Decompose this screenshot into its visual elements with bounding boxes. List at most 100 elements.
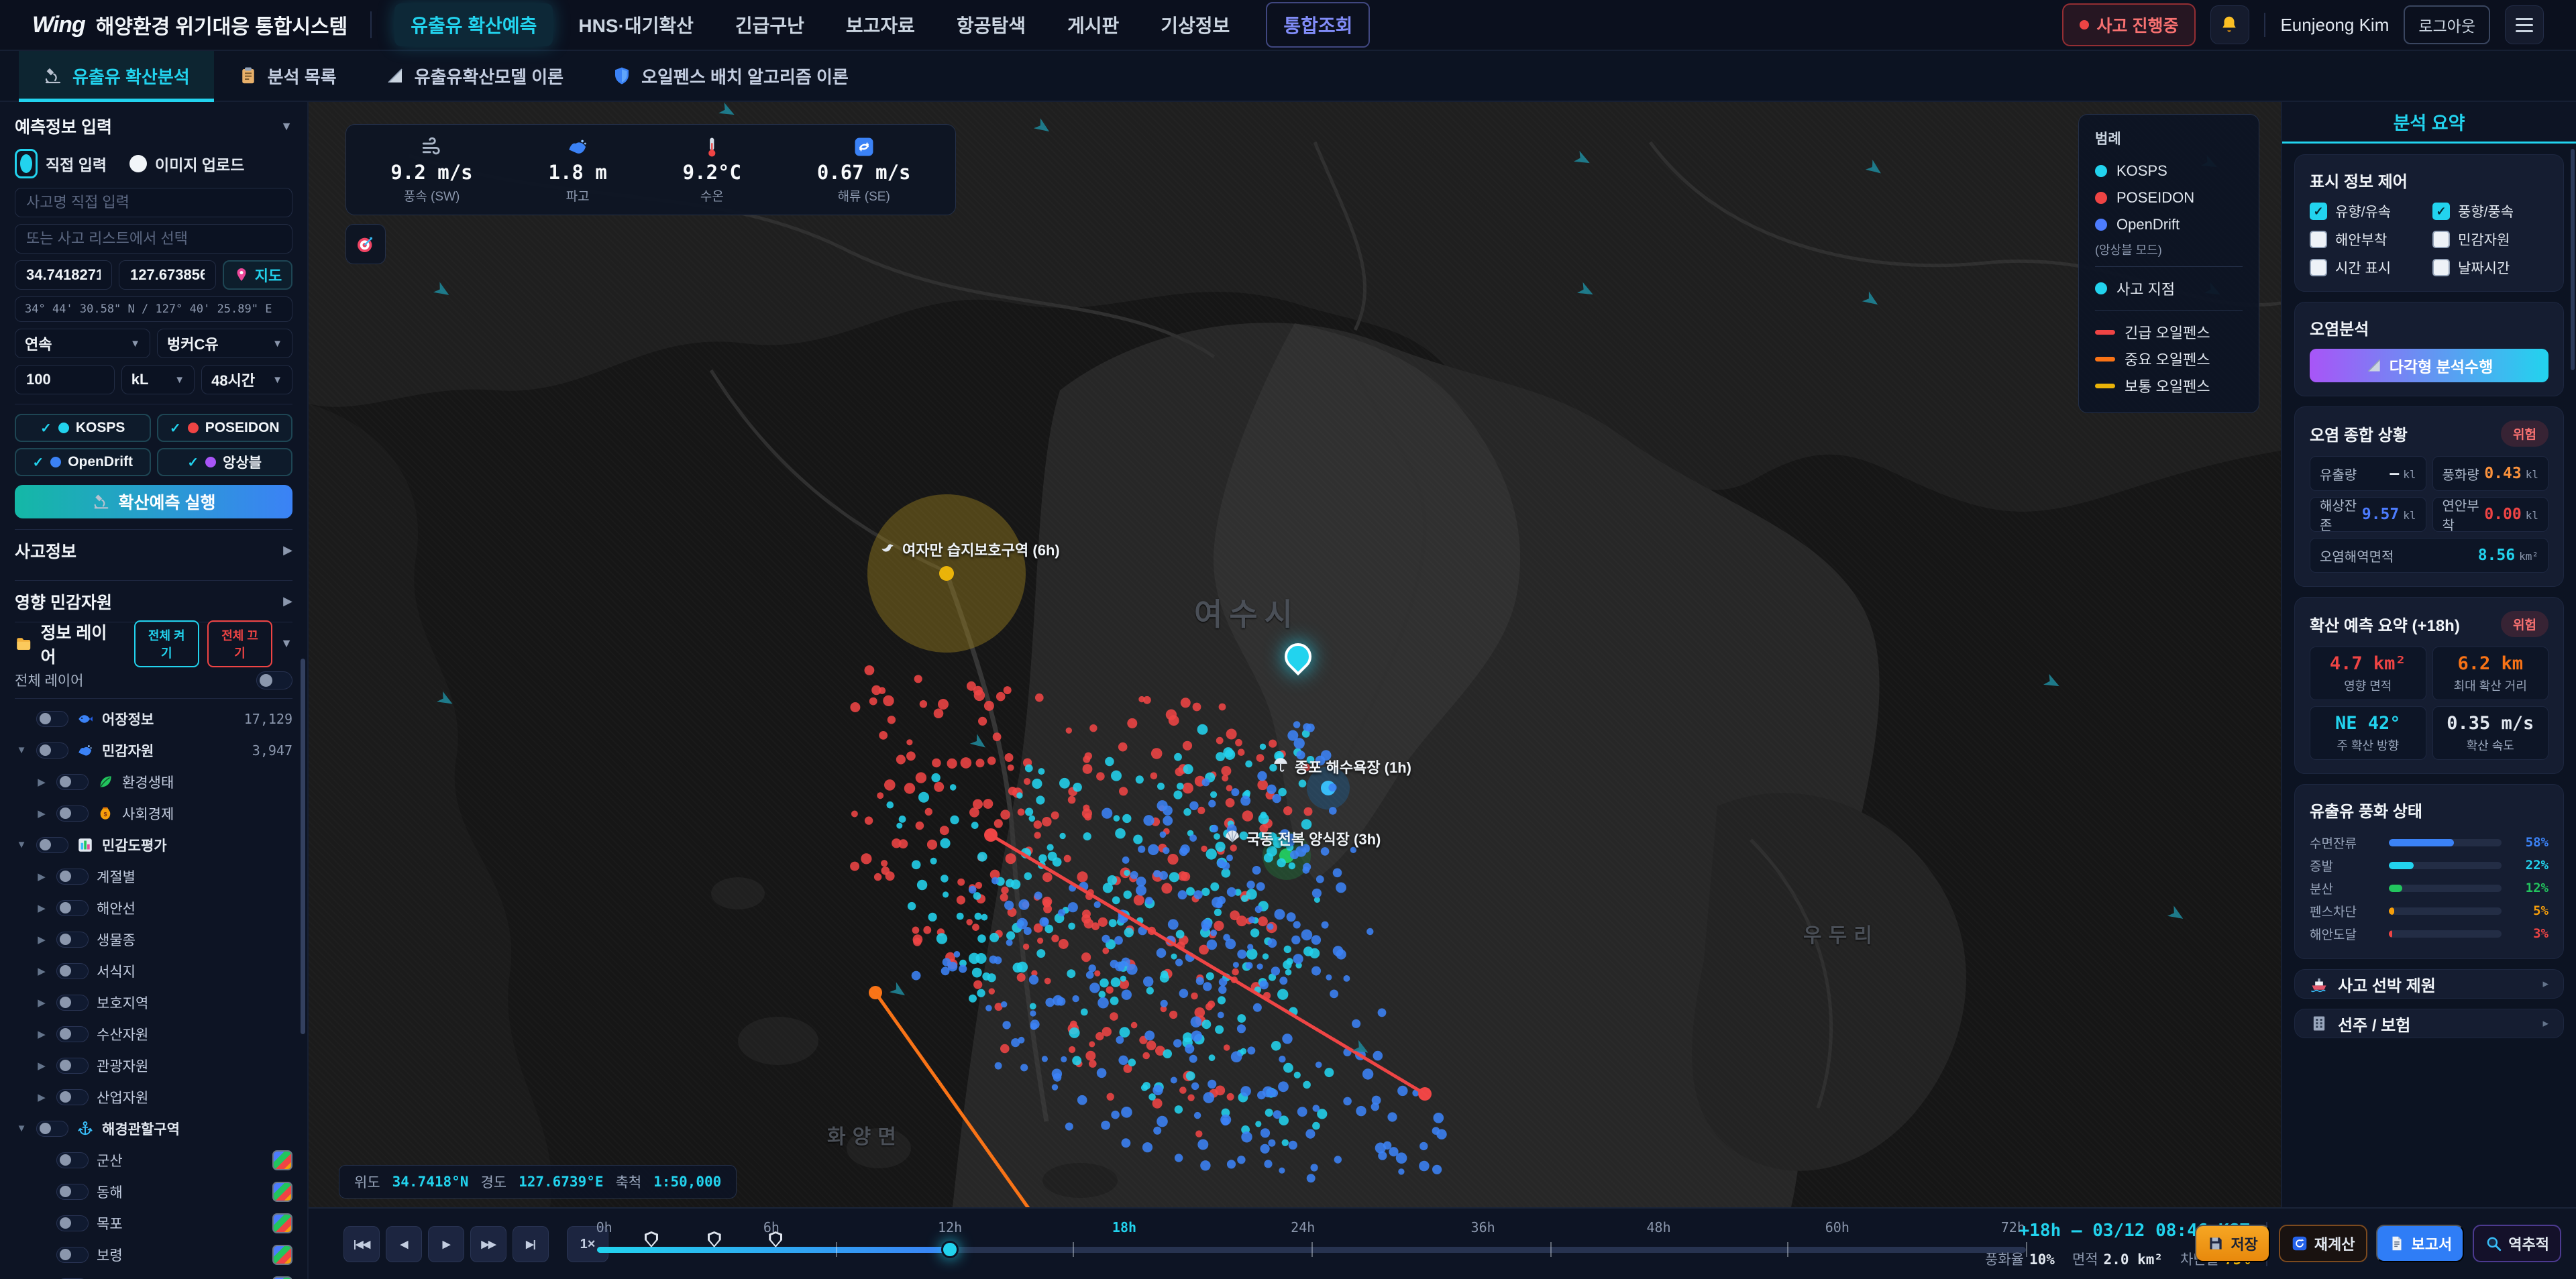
radio-image-upload[interactable]: 이미지 업로드 xyxy=(129,152,244,175)
logout-button[interactable]: 로그아웃 xyxy=(2404,5,2490,44)
nav-item-4[interactable]: 항공탐색 xyxy=(941,3,1042,46)
timeline-tick-48h[interactable]: 48h xyxy=(1647,1219,1671,1235)
incident-list-input[interactable] xyxy=(15,224,292,254)
layer-toggle[interactable] xyxy=(56,994,89,1011)
chevron-down-icon[interactable]: ▼ xyxy=(15,839,28,850)
nav-item-5[interactable]: 게시판 xyxy=(1051,3,1135,46)
refresh-button[interactable]: 재계산 xyxy=(2278,1225,2367,1262)
fence-deploy-marker-icon[interactable] xyxy=(707,1231,721,1247)
search-button[interactable]: 역추적 xyxy=(2473,1225,2561,1262)
model-chip-KOSPS[interactable]: ✓ KOSPS xyxy=(15,414,151,442)
layer-toggle[interactable] xyxy=(36,710,68,727)
sidebar-section-1[interactable]: 영향 민감자원 ▶ xyxy=(15,580,292,622)
sidebar-section-0[interactable]: 사고정보 ▶ xyxy=(15,529,292,571)
nav-item-7[interactable]: 통합조회 xyxy=(1266,2,1371,48)
oilfence-endpoint[interactable] xyxy=(984,828,998,842)
timeline-tick-0h[interactable]: 0h xyxy=(596,1219,612,1235)
display-option-1[interactable]: ✓ 풍향/풍속 xyxy=(2432,201,2548,221)
palette-icon[interactable] xyxy=(272,1276,292,1279)
layer-toggle[interactable] xyxy=(56,1089,89,1105)
model-chip-앙상블[interactable]: ✓ 앙상블 xyxy=(156,448,292,476)
skip-end-button[interactable]: ▶| xyxy=(513,1226,549,1262)
chevron-right-icon[interactable]: ▶ xyxy=(35,902,48,914)
tab-1[interactable]: 분석 목록 xyxy=(214,51,361,101)
nav-item-2[interactable]: 긴급구난 xyxy=(719,3,820,46)
chevron-down-icon[interactable]: ▼ xyxy=(15,1123,28,1134)
layer-toggle[interactable] xyxy=(56,962,89,979)
display-option-5[interactable]: 날짜시간 xyxy=(2432,258,2548,278)
fence-deploy-marker-icon[interactable] xyxy=(769,1231,783,1247)
layer-toggle[interactable] xyxy=(56,868,89,885)
radio-direct-input[interactable]: 직접 입력 xyxy=(15,149,107,178)
model-chip-POSEIDON[interactable]: ✓ POSEIDON xyxy=(156,414,292,442)
latitude-input[interactable] xyxy=(15,260,112,290)
owner-insurance-card[interactable]: 선주 / 보험 ▸ xyxy=(2294,1009,2564,1038)
chevron-right-icon[interactable]: ▶ xyxy=(35,1028,48,1040)
layer-toggle[interactable] xyxy=(56,1152,89,1168)
display-option-3[interactable]: 민감자원 xyxy=(2432,229,2548,249)
map-viewport[interactable]: 여수시 화양면 우두리 여자만 습지보호구역 (6h) 종포 해수욕장 (1h) 국동 … xyxy=(309,102,2281,1207)
layer-toggle[interactable] xyxy=(56,1246,89,1263)
chevron-right-icon[interactable]: ▶ xyxy=(35,776,48,788)
nav-item-0[interactable]: 유출유 확산예측 xyxy=(394,3,553,46)
layer-toggle[interactable] xyxy=(56,1183,89,1200)
amount-input[interactable] xyxy=(15,365,115,394)
nav-item-6[interactable]: 기상정보 xyxy=(1144,3,1246,46)
chevron-right-icon[interactable]: ▶ xyxy=(35,1060,48,1072)
palette-icon[interactable] xyxy=(272,1181,292,1202)
layer-toggle[interactable] xyxy=(56,931,89,948)
palette-icon[interactable] xyxy=(272,1213,292,1233)
pick-on-map-button[interactable]: 지도 xyxy=(223,260,292,290)
timeline-tick-12h[interactable]: 12h xyxy=(938,1219,962,1235)
tab-0[interactable]: 유출유 확산분석 xyxy=(19,51,214,102)
unit-select[interactable]: kL ▼ xyxy=(121,365,195,394)
timeline-handle[interactable] xyxy=(941,1241,959,1258)
oilfence-endpoint[interactable] xyxy=(1418,1087,1432,1101)
timeline-tick-24h[interactable]: 24h xyxy=(1291,1219,1315,1235)
chevron-right-icon[interactable]: ▶ xyxy=(35,871,48,883)
timeline-tick-18h[interactable]: 18h xyxy=(1112,1219,1136,1235)
fence-deploy-marker-icon[interactable] xyxy=(644,1231,658,1247)
palette-icon[interactable] xyxy=(272,1150,292,1170)
layer-toggle[interactable] xyxy=(56,1057,89,1074)
hamburger-menu-button[interactable] xyxy=(2505,5,2544,44)
oilfence-endpoint[interactable] xyxy=(869,986,882,999)
step-back-button[interactable]: ◀ xyxy=(386,1226,422,1262)
play-button[interactable]: ▶ xyxy=(428,1226,464,1262)
polygon-analysis-button[interactable]: 다각형 분석수행 xyxy=(2310,349,2548,382)
spill-type-select[interactable]: 연속 ▼ xyxy=(15,329,150,358)
skip-start-button[interactable]: |◀◀ xyxy=(343,1226,380,1262)
chevron-right-icon[interactable]: ▶ xyxy=(35,997,48,1009)
save-button[interactable]: 저장 xyxy=(2195,1225,2270,1262)
layer-toggle[interactable] xyxy=(36,742,68,759)
chevron-right-icon[interactable]: ▶ xyxy=(35,965,48,977)
summary-scrollbar[interactable] xyxy=(2571,149,2575,370)
layers-all-on-button[interactable]: 전체 켜기 xyxy=(133,620,199,667)
layer-toggle[interactable] xyxy=(36,836,68,853)
ship-specs-card[interactable]: 사고 선박 제원 ▸ xyxy=(2294,969,2564,999)
layer-toggle[interactable] xyxy=(36,1120,68,1137)
nav-item-1[interactable]: HNS·대기확산 xyxy=(562,3,709,46)
timeline-tick-36h[interactable]: 36h xyxy=(1471,1219,1495,1235)
layer-toggle[interactable] xyxy=(56,1025,89,1042)
model-chip-OpenDrift[interactable]: ✓ OpenDrift xyxy=(15,448,151,476)
incident-name-input[interactable] xyxy=(15,188,292,217)
chevron-right-icon[interactable]: ▶ xyxy=(35,1091,48,1103)
chevron-right-icon[interactable]: ▶ xyxy=(35,934,48,946)
master-layer-toggle[interactable] xyxy=(256,671,292,689)
display-option-0[interactable]: ✓ 유향/유속 xyxy=(2310,201,2426,221)
predict-section-header[interactable]: 예측정보 입력 ▼ xyxy=(15,114,292,138)
display-option-2[interactable]: 해안부착 xyxy=(2310,229,2426,249)
sidebar-scrollbar[interactable] xyxy=(301,659,305,1034)
tab-3[interactable]: 오일펜스 배치 알고리즘 이론 xyxy=(588,51,873,101)
oil-type-select[interactable]: 벙커C유 ▼ xyxy=(157,329,292,358)
run-prediction-button[interactable]: 확산예측 실행 xyxy=(15,485,292,518)
chevron-down-icon[interactable]: ▼ xyxy=(15,744,28,756)
tab-2[interactable]: 유출유확산모델 이론 xyxy=(361,51,588,101)
layer-toggle[interactable] xyxy=(56,805,89,822)
layers-section-header[interactable]: 정보 레이어 전체 켜기 전체 끄기 ▼ xyxy=(15,620,292,667)
nav-item-3[interactable]: 보고자료 xyxy=(830,3,931,46)
longitude-input[interactable] xyxy=(119,260,216,290)
layer-toggle[interactable] xyxy=(56,899,89,916)
fast-forward-button[interactable]: ▶▶ xyxy=(470,1226,506,1262)
